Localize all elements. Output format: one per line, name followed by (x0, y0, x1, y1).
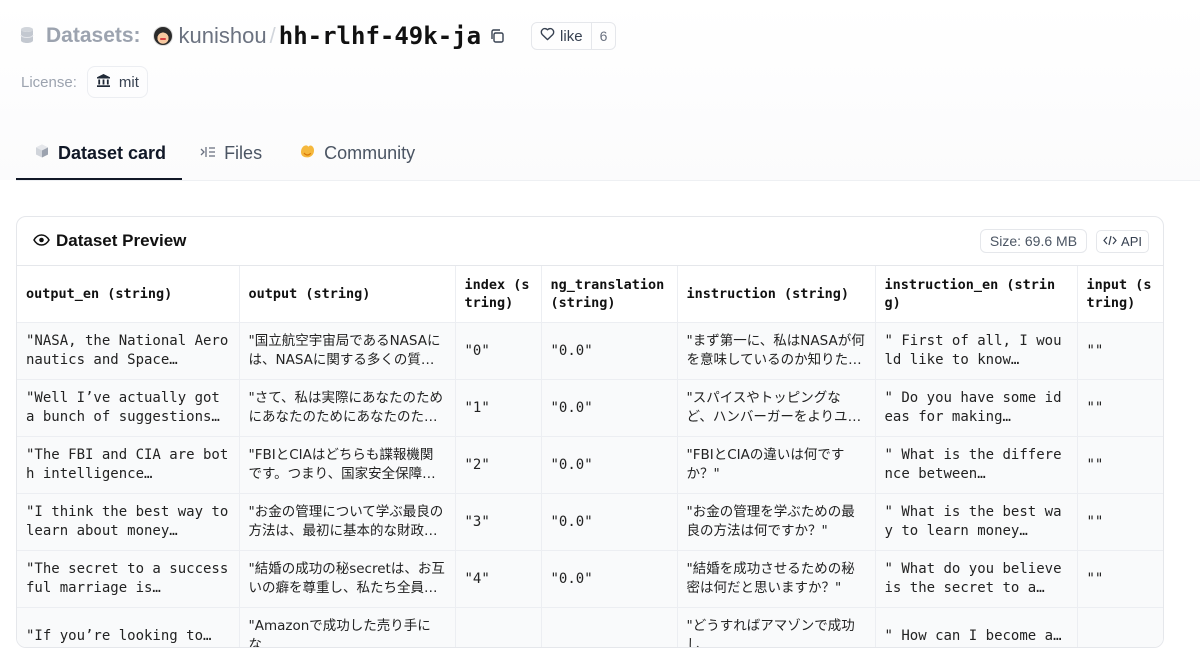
column-header[interactable]: instruction (string) (677, 266, 875, 323)
api-button[interactable]: API (1096, 230, 1149, 253)
tab-community[interactable]: Community (280, 128, 433, 178)
owner-avatar[interactable] (153, 26, 173, 46)
table-cell[interactable]: "国立航空宇宙局であるNASAには、NASAに関する多くの質問に… (239, 323, 455, 380)
repo-tabs: Dataset card Files Community (16, 128, 1200, 181)
community-icon (298, 143, 324, 164)
column-header[interactable]: instruction_en (string) (875, 266, 1077, 323)
preview-title-text: Dataset Preview (56, 231, 186, 251)
heart-icon (540, 27, 560, 45)
table-cell[interactable]: "2" (455, 437, 541, 494)
path-separator: / (270, 23, 276, 49)
table-cell[interactable]: "FBIとCIAの違いは何ですか？" (677, 437, 875, 494)
license-tag[interactable]: mit (87, 66, 148, 98)
table-cell[interactable]: "4" (455, 551, 541, 608)
table-cell[interactable]: "0" (455, 323, 541, 380)
preview-header: Dataset Preview Size: 69.6 MB API (17, 217, 1163, 266)
table-cell[interactable]: "3" (455, 494, 541, 551)
column-header[interactable]: input (string) (1077, 266, 1163, 323)
table-cell[interactable]: "さて、私は実際にあなたのためにあなたのためにあなたのため… (239, 380, 455, 437)
table-cell[interactable]: " What is the best way to learn money… (875, 494, 1077, 551)
table-row[interactable]: "If you’re looking to… "Amazonで成功した売り手にな… (17, 608, 1163, 648)
license-row: License: mit (21, 66, 148, 98)
owner-link[interactable]: kunishou (179, 23, 267, 49)
table-cell[interactable]: "1" (455, 380, 541, 437)
tab-dataset-card[interactable]: Dataset card (16, 128, 182, 180)
table-cell[interactable] (1077, 608, 1163, 648)
preview-table: output_en (string) output (string) index… (17, 266, 1163, 648)
table-cell[interactable] (455, 608, 541, 648)
table-cell[interactable]: "" (1077, 551, 1163, 608)
table-row[interactable]: "Well I’ve actually got a bunch of sugge… (17, 380, 1163, 437)
column-header[interactable]: output (string) (239, 266, 455, 323)
table-cell[interactable]: "The secret to a successful marriage is… (17, 551, 239, 608)
table-cell[interactable]: "0.0" (541, 380, 677, 437)
table-cell[interactable]: "" (1077, 494, 1163, 551)
table-cell[interactable]: "0.0" (541, 551, 677, 608)
datasets-label[interactable]: Datasets: (46, 24, 141, 48)
like-label: like (560, 28, 583, 45)
database-icon (20, 26, 36, 46)
table-cell[interactable]: "I think the best way to learn about mon… (17, 494, 239, 551)
table-cell[interactable]: "結婚の成功の秘secretは、お互いの癖を尊重し、私たち全員… (239, 551, 455, 608)
code-icon (1103, 234, 1121, 249)
bank-icon (96, 73, 119, 92)
table-cell[interactable]: "" (1077, 380, 1163, 437)
table-cell[interactable]: "" (1077, 323, 1163, 380)
table-header-row: output_en (string) output (string) index… (17, 266, 1163, 323)
like-main[interactable]: like (532, 23, 591, 49)
table-cell[interactable]: "0.0" (541, 494, 677, 551)
table-cell[interactable]: "お金の管理を学ぶための最良の方法は何ですか？" (677, 494, 875, 551)
table-cell[interactable]: " First of all, I would like to know… (875, 323, 1077, 380)
like-button[interactable]: like 6 (531, 22, 616, 50)
column-header[interactable]: ng_translation (string) (541, 266, 677, 323)
dataset-preview-card: Dataset Preview Size: 69.6 MB API (16, 216, 1164, 648)
table-cell[interactable]: "If you’re looking to… (17, 608, 239, 648)
column-header[interactable]: index (string) (455, 266, 541, 323)
table-cell[interactable]: " How can I become a… (875, 608, 1077, 648)
table-cell[interactable]: "" (1077, 437, 1163, 494)
table-cell[interactable] (541, 608, 677, 648)
table-cell[interactable]: "The FBI and CIA are both intelligence… (17, 437, 239, 494)
table-cell[interactable]: "Well I’ve actually got a bunch of sugge… (17, 380, 239, 437)
table-row[interactable]: "NASA, the National Aeronautics and Spac… (17, 323, 1163, 380)
repo-name[interactable]: hh-rlhf-49k-ja (279, 22, 481, 50)
table-cell[interactable]: "お金の管理について学ぶ最良の方法は、最初に基本的な財政を… (239, 494, 455, 551)
table-cell[interactable]: " What is the difference between… (875, 437, 1077, 494)
table-cell[interactable]: "0.0" (541, 323, 677, 380)
eye-icon (33, 231, 56, 251)
table-cell[interactable]: " What do you believe is the secret to a… (875, 551, 1077, 608)
table-row[interactable]: "I think the best way to learn about mon… (17, 494, 1163, 551)
tab-label: Files (224, 143, 262, 164)
table-cell[interactable]: "どうすればアマゾンで成功し… (677, 608, 875, 648)
table-row[interactable]: "The FBI and CIA are both intelligence… … (17, 437, 1163, 494)
table-cell[interactable]: "Amazonで成功した売り手にな… (239, 608, 455, 648)
table-cell[interactable]: "NASA, the National Aeronautics and Spac… (17, 323, 239, 380)
table-cell[interactable]: "0.0" (541, 437, 677, 494)
tab-files[interactable]: Files (182, 128, 280, 178)
table-cell[interactable]: "結婚を成功させるための秘密は何だと思いますか？" (677, 551, 875, 608)
table-cell[interactable]: "スパイスやトッピングなど、ハンバーガーをよりユニーク… (677, 380, 875, 437)
like-count[interactable]: 6 (591, 23, 616, 49)
repo-title-row: Datasets: kunishou / hh-rlhf-49k-ja like… (20, 20, 616, 52)
cube-icon (34, 143, 58, 164)
license-value: mit (119, 74, 139, 91)
files-icon (200, 143, 224, 164)
dataset-size-badge: Size: 69.6 MB (980, 229, 1087, 253)
tab-label: Dataset card (58, 143, 166, 164)
table-row[interactable]: "The secret to a successful marriage is…… (17, 551, 1163, 608)
api-label: API (1121, 234, 1142, 249)
preview-title: Dataset Preview (33, 231, 186, 251)
table-cell[interactable]: " Do you have some ideas for making… (875, 380, 1077, 437)
copy-icon[interactable] (489, 28, 505, 44)
preview-actions: Size: 69.6 MB API (980, 229, 1149, 253)
license-label: License: (21, 74, 77, 91)
tab-label: Community (324, 143, 415, 164)
column-header[interactable]: output_en (string) (17, 266, 239, 323)
table-cell[interactable]: "FBIとCIAはどちらも諜報機関です。つまり、国家安全保障の… (239, 437, 455, 494)
table-cell[interactable]: "まず第一に、私はNASAが何を意味しているのか知りたい… (677, 323, 875, 380)
